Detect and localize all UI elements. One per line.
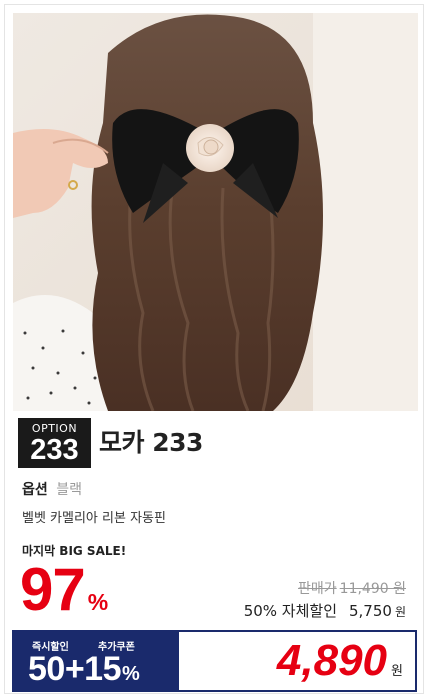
self-discount: 50% 자체할인 5,750 원 — [244, 600, 406, 621]
product-image[interactable] — [13, 13, 418, 411]
coupon-combo-unit: % — [122, 663, 140, 685]
product-photo-illustration — [13, 13, 418, 411]
option-number: 233 — [30, 434, 79, 466]
original-price-label: 판매가 — [298, 581, 337, 597]
coupon-combo: 50+15% — [28, 650, 140, 693]
original-price: 판매가 11,490 원 — [298, 578, 406, 598]
discount-unit: % — [87, 589, 109, 615]
price-band: 즉시할인 추가쿠폰 50+15% 4,890 원 — [12, 630, 417, 692]
option-row: 옵션 블랙 — [22, 481, 82, 499]
product-title[interactable]: 모카 233 — [99, 428, 203, 458]
final-price-value: 4,890 — [276, 636, 388, 685]
original-price-value: 11,490 원 — [339, 581, 406, 597]
option-field-value: 블랙 — [56, 482, 82, 498]
product-card[interactable]: OPTION 233 모카 233 옵션 블랙 벨벳 카멜리아 리본 자동핀 마… — [0, 0, 430, 700]
coupon-box: 즉시할인 추가쿠폰 50+15% — [14, 632, 179, 690]
self-discount-unit: 원 — [394, 605, 406, 619]
discount-rate: 97% — [20, 560, 108, 636]
self-discount-price: 5,750 — [349, 602, 392, 620]
discount-value: 97 — [20, 556, 86, 623]
coupon-combo-value: 50+15 — [28, 650, 122, 688]
final-price: 4,890 원 — [277, 634, 403, 698]
product-description: 벨벳 카멜리아 리본 자동핀 — [22, 511, 166, 526]
option-field-label: 옵션 — [22, 482, 48, 498]
option-badge: OPTION 233 — [18, 418, 91, 468]
self-discount-label: 50% 자체할인 — [243, 602, 337, 620]
final-price-unit: 원 — [391, 663, 403, 678]
